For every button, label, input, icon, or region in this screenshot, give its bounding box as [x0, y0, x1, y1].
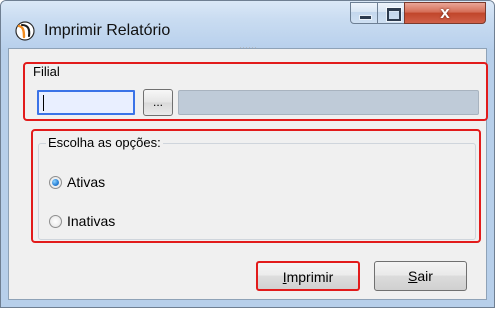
print-button-label: Imprimir	[283, 263, 334, 291]
exit-button-label: Sair	[408, 262, 433, 290]
radio-inativas[interactable]: Inativas	[49, 210, 115, 232]
maximize-icon	[387, 8, 401, 21]
maximize-button[interactable]	[377, 2, 405, 24]
filial-lookup-button[interactable]: ...	[143, 89, 173, 116]
radio-ativas-label: Ativas	[67, 174, 106, 190]
exit-button-text: air	[417, 268, 433, 284]
filial-description-field	[178, 90, 479, 115]
window-title: Imprimir Relatório	[44, 22, 171, 39]
options-label: Escolha as opções:	[46, 135, 163, 150]
print-button-text: mprimir	[286, 269, 334, 285]
radio-ativas[interactable]: Ativas	[49, 171, 105, 193]
radio-unselected-icon[interactable]	[49, 214, 62, 228]
app-logo-icon	[15, 21, 35, 41]
close-icon: x	[440, 3, 450, 22]
title-bar[interactable]: Imprimir Relatório x	[1, 1, 494, 49]
window-controls: x	[350, 2, 486, 27]
exit-button[interactable]: Sair	[374, 261, 467, 291]
filial-code-input[interactable]	[37, 90, 135, 115]
print-button[interactable]: Imprimir	[256, 261, 360, 291]
radio-inativas-label: Inativas	[67, 213, 116, 229]
minimize-button[interactable]	[350, 2, 378, 24]
radio-selected-icon[interactable]	[49, 175, 62, 189]
close-button[interactable]: x	[404, 2, 486, 24]
minimize-icon	[360, 16, 371, 19]
filial-label: Filial	[33, 64, 60, 79]
text-cursor	[43, 95, 44, 111]
exit-button-mnemonic: S	[408, 268, 418, 284]
